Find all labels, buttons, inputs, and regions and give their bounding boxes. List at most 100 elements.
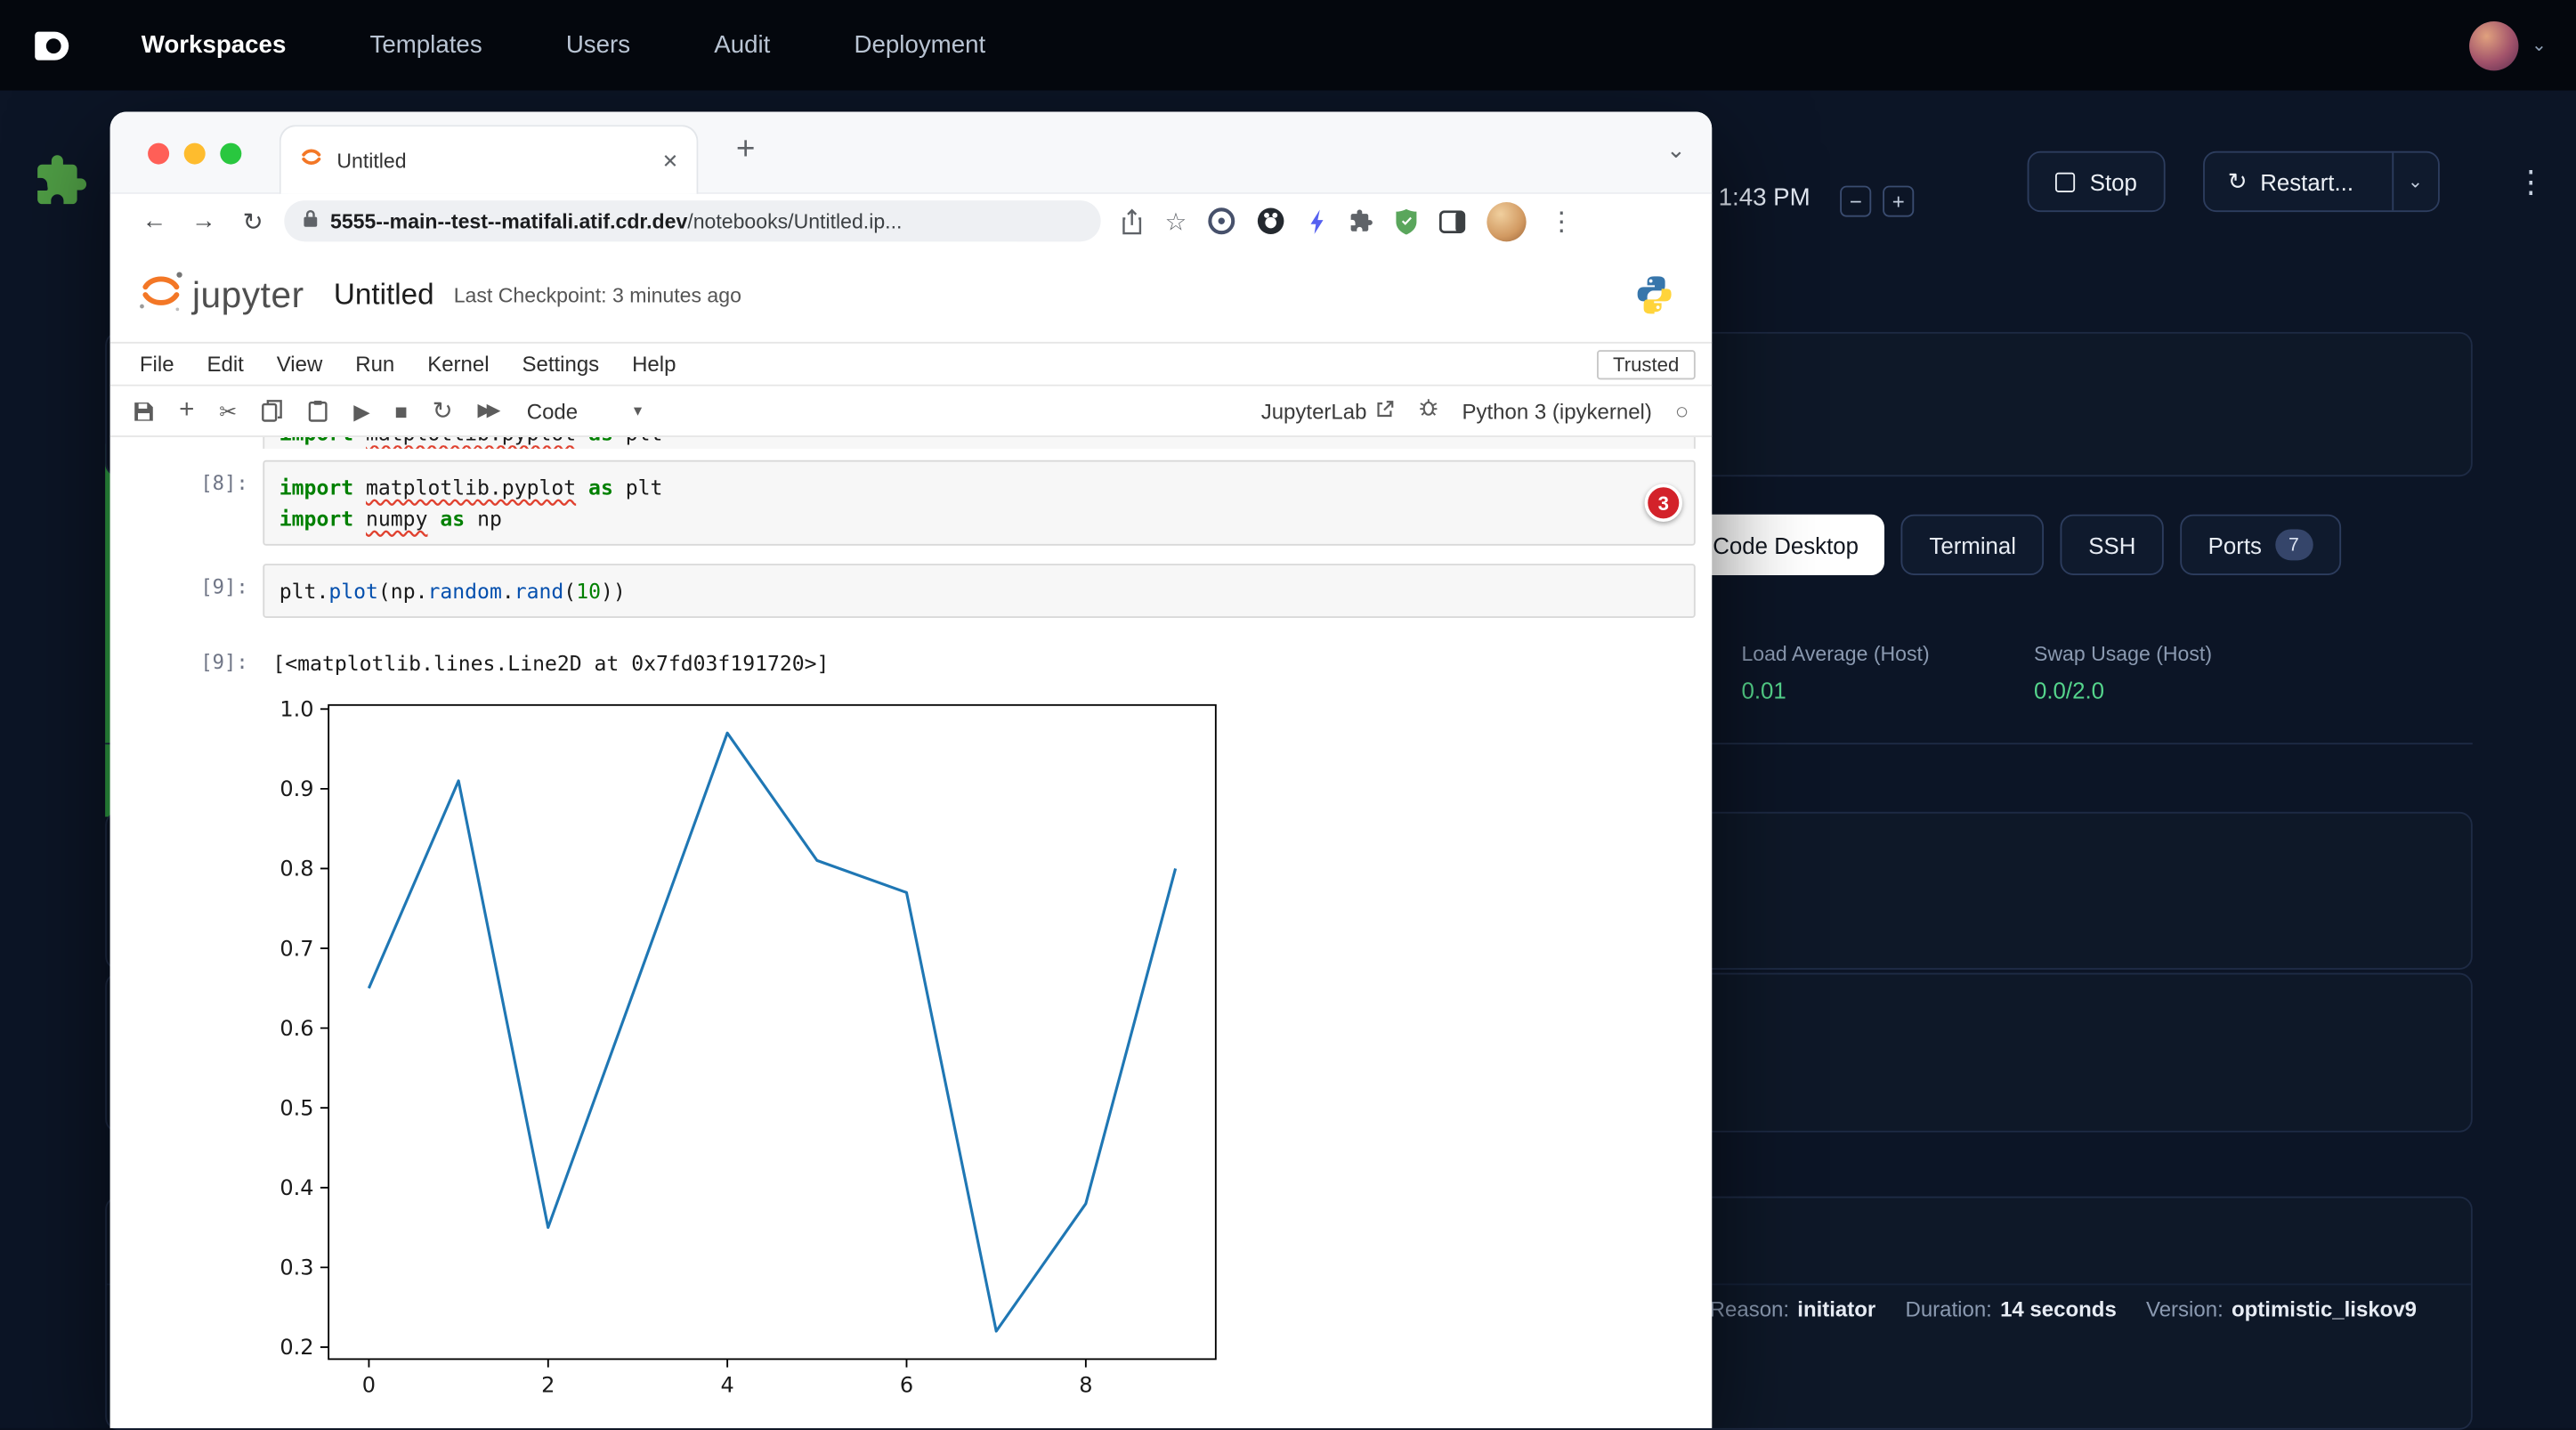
close-window-button[interactable]	[148, 143, 169, 165]
paste-cell-icon[interactable]	[308, 400, 329, 423]
code-cell-9: [9]: plt.plot(np.random.rand(10))	[110, 564, 1713, 618]
share-icon[interactable]	[1121, 207, 1144, 234]
extension-bolt-icon[interactable]	[1307, 207, 1328, 234]
restart-options-button[interactable]: ⌄	[2391, 153, 2437, 211]
menu-view[interactable]: View	[277, 352, 323, 377]
stop-workspace-button[interactable]: Stop	[2028, 151, 2166, 212]
svg-text:0: 0	[362, 1372, 376, 1397]
copy-cell-icon[interactable]	[262, 400, 283, 423]
jupyter-logo	[136, 266, 185, 324]
browser-toolbar: ← → ↻ 5555--main--test--matifali.atif.cd…	[110, 194, 1713, 248]
restart-icon: ↻	[2228, 167, 2248, 195]
cut-cell-icon[interactable]: ✂	[219, 400, 237, 421]
svg-text:4: 4	[721, 1372, 734, 1397]
menu-help[interactable]: Help	[632, 352, 676, 377]
tab-search-icon[interactable]: ⌄	[1666, 136, 1686, 164]
new-tab-button[interactable]: +	[736, 132, 756, 169]
top-nav: Workspaces Templates Users Audit Deploym…	[0, 0, 2576, 91]
open-jupyterlab-link[interactable]: JupyterLab	[1261, 399, 1395, 424]
forward-icon[interactable]: →	[179, 207, 228, 235]
extension-1password-icon[interactable]	[1208, 207, 1235, 235]
url-text: 5555--main--test--matifali.atif.cdr.dev/…	[330, 209, 902, 232]
debugger-icon[interactable]	[1418, 396, 1439, 426]
lock-icon	[303, 207, 319, 236]
add-cell-icon[interactable]: +	[179, 398, 194, 425]
tab-title: Untitled	[336, 149, 649, 172]
caret-down-icon: ▾	[634, 402, 642, 419]
extension-adguard-icon[interactable]	[1396, 207, 1419, 234]
browser-action-icons: ☆ ⋮	[1121, 201, 1575, 240]
user-avatar[interactable]	[2469, 20, 2518, 69]
external-link-icon	[1375, 399, 1395, 424]
nav-item-templates[interactable]: Templates	[369, 31, 482, 59]
trusted-button[interactable]: Trusted	[1597, 349, 1696, 378]
input-prompt: [9]:	[110, 564, 263, 618]
workspace-menu-button[interactable]: ⋮	[2515, 165, 2547, 202]
build-duration: Duration:14 seconds	[1905, 1296, 2116, 1321]
minimize-window-button[interactable]	[184, 143, 206, 165]
ports-button[interactable]: Ports 7	[2180, 515, 2340, 575]
zoom-in-button[interactable]: +	[1883, 186, 1914, 217]
svg-text:0.6: 0.6	[279, 1016, 313, 1041]
output-repr-text: [<matplotlib.lines.Line2D at 0x7fd03f191…	[263, 639, 829, 676]
restart-run-all-icon[interactable]: ▶▶	[478, 402, 496, 419]
nav-item-users[interactable]: Users	[566, 31, 630, 59]
svg-text:1.0: 1.0	[279, 697, 313, 722]
stop-icon	[2055, 172, 2075, 191]
restart-kernel-icon[interactable]: ↻	[433, 399, 453, 424]
run-cell-icon[interactable]: ▶	[353, 400, 369, 421]
build-version: Version:optimistic_liskov9	[2146, 1296, 2417, 1321]
zoom-out-button[interactable]: −	[1840, 186, 1871, 217]
nav-item-audit[interactable]: Audit	[714, 31, 770, 59]
coder-logo[interactable]	[29, 24, 72, 67]
address-bar[interactable]: 5555--main--test--matifali.atif.cdr.dev/…	[284, 200, 1100, 241]
chart-svg: 0.20.30.40.50.60.70.80.91.002468	[272, 695, 1242, 1428]
reload-icon[interactable]: ↻	[229, 207, 278, 236]
template-puzzle-icon	[33, 153, 89, 217]
svg-text:0.5: 0.5	[279, 1096, 313, 1121]
kernel-name[interactable]: Python 3 (ipykernel)	[1462, 399, 1652, 424]
terminal-button[interactable]: Terminal	[1901, 515, 2044, 575]
code-editor[interactable]: plt.plot(np.random.rand(10))	[263, 564, 1695, 618]
cell-type-select[interactable]: Code ▾	[527, 399, 642, 424]
build-reason: Reason:initiator	[1710, 1296, 1876, 1321]
jupyter-toolbar: + ✂ ▶ ■ ↻ ▶▶ Code ▾ JupyterLab	[110, 386, 1713, 437]
build-meta-row: Reason:initiator Duration:14 seconds Ver…	[1710, 1296, 2417, 1321]
browser-tab[interactable]: Untitled ✕	[279, 125, 699, 194]
nav-item-workspaces[interactable]: Workspaces	[142, 31, 287, 59]
chevron-down-icon: ⌄	[2408, 171, 2423, 192]
menu-file[interactable]: File	[140, 352, 174, 377]
extensions-puzzle-icon[interactable]	[1349, 208, 1374, 233]
side-panel-icon[interactable]	[1440, 209, 1467, 232]
tab-close-icon[interactable]: ✕	[662, 149, 679, 172]
chevron-down-icon[interactable]: ⌄	[2531, 35, 2547, 56]
ssh-button[interactable]: SSH	[2061, 515, 2164, 575]
input-prompt: [8]:	[110, 460, 263, 546]
notebook-title[interactable]: Untitled	[334, 278, 434, 313]
menu-kernel[interactable]: Kernel	[427, 352, 489, 377]
save-icon[interactable]	[134, 400, 155, 421]
restart-workspace-button[interactable]: ↻ Restart... ⌄	[2203, 151, 2439, 212]
interrupt-kernel-icon[interactable]: ■	[394, 400, 408, 421]
toolbar-right: JupyterLab Python 3 (ipykernel) ○	[1261, 396, 1689, 426]
menu-run[interactable]: Run	[355, 352, 394, 377]
notebook-body: import matplotlib.pyplot as plt [8]: imp…	[110, 437, 1713, 1428]
tab-strip: Untitled ✕ + ⌄	[110, 112, 1713, 194]
menu-edit[interactable]: Edit	[207, 352, 243, 377]
svg-text:0.2: 0.2	[279, 1335, 313, 1360]
chrome-profile-avatar[interactable]	[1487, 201, 1527, 240]
svg-text:6: 6	[900, 1372, 913, 1397]
bookmark-star-icon[interactable]: ☆	[1165, 207, 1187, 236]
extension-github-icon[interactable]	[1258, 207, 1285, 235]
jupyter-brand-text: jupyter	[192, 273, 304, 316]
code-cell-8: [8]: import matplotlib.pyplot as plt imp…	[110, 460, 1713, 546]
output-prompt: [9]:	[110, 639, 263, 676]
menu-settings[interactable]: Settings	[522, 352, 599, 377]
svg-text:0.8: 0.8	[279, 857, 313, 882]
nav-item-deployment[interactable]: Deployment	[855, 31, 986, 59]
back-icon[interactable]: ←	[130, 207, 179, 235]
chrome-menu-icon[interactable]: ⋮	[1548, 205, 1575, 238]
code-editor[interactable]: import matplotlib.pyplot as plt import n…	[263, 460, 1695, 546]
last-used-time: 1:43 PM	[1719, 184, 1810, 212]
fullscreen-window-button[interactable]	[220, 143, 241, 165]
